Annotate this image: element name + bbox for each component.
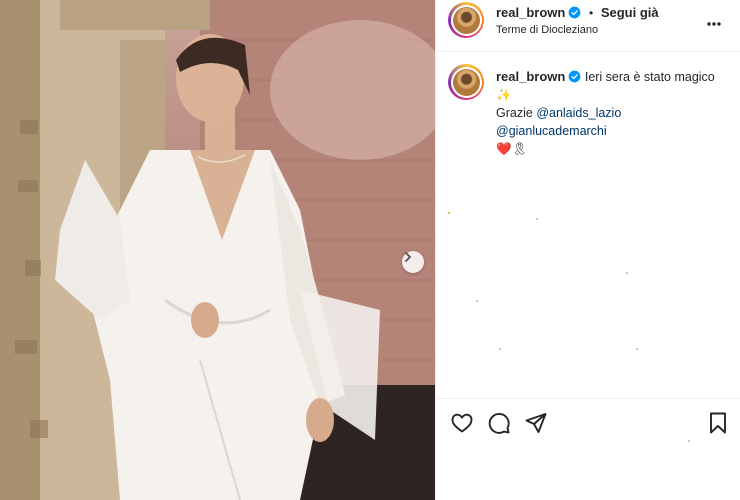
more-options-icon[interactable] [704,14,724,34]
separator-dot: • [588,6,594,20]
caption-line-1: real_brown Ieri sera è stato magico [496,68,726,86]
post-header: real_brown • Segui già Terme di Dioclezi… [436,0,740,52]
caption-line-thanks: Grazie @anlaids_lazio [496,104,726,122]
caption-text: Ieri sera è stato magico [584,70,715,84]
caption-avatar[interactable] [448,64,484,100]
header-username[interactable]: real_brown [496,5,565,20]
header-user-line: real_brown • Segui già [496,5,659,20]
send-icon[interactable] [524,411,548,435]
post-side-panel: real_brown • Segui già Terme di Dioclezi… [435,0,740,500]
photo-illustration [0,0,435,500]
mention-link-2[interactable]: @gianlucademarchi [496,124,607,138]
next-photo-button[interactable] [402,251,424,273]
caption-username[interactable]: real_brown [496,69,565,84]
caption-end-emoji: ❤️🎗 [496,142,528,156]
bookmark-icon[interactable] [706,411,730,435]
location-link[interactable]: Terme di Diocleziano [496,24,598,36]
mention-link-1[interactable]: @anlaids_lazio [536,106,621,120]
caption-emoji: ✨ [496,88,512,102]
verified-badge-icon [569,70,581,83]
post-actions-bar [436,398,740,446]
verified-badge-icon [569,6,581,19]
caption-text-block: real_brown Ieri sera è stato magico ✨ Gr… [496,68,726,158]
post-photo[interactable] [0,0,435,500]
heart-icon[interactable] [450,411,474,435]
follow-status-button[interactable]: Segui già [601,5,659,20]
avatar[interactable] [448,2,484,38]
comment-icon[interactable] [487,411,511,435]
thanks-text: Grazie [496,106,533,120]
chevron-right-icon [405,252,411,262]
